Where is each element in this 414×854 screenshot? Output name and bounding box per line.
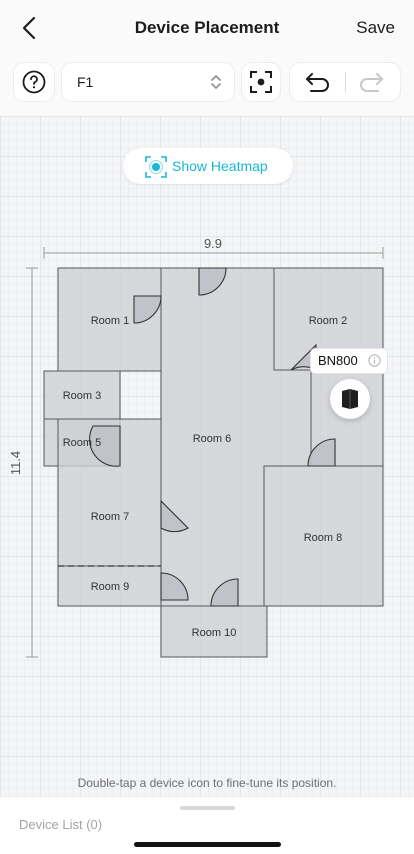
room-label: Room 8 <box>304 532 343 544</box>
room-label: Room 1 <box>91 315 130 327</box>
device-list-label: Device List (0) <box>19 817 103 832</box>
room-label: Room 2 <box>309 315 348 327</box>
device-list-sheet[interactable]: Device List (0) <box>0 796 414 854</box>
room-label: Room 6 <box>193 433 232 445</box>
room-label: Room 7 <box>91 511 130 523</box>
width-dimension: 9.9 <box>43 236 384 259</box>
heatmap-label: Show Heatmap <box>172 158 268 174</box>
hint-text: Double-tap a device icon to fine-tune it… <box>77 776 337 790</box>
room-label: Room 3 <box>63 390 102 402</box>
room-label: Room 5 <box>63 437 102 449</box>
room-label: Room 10 <box>192 627 237 639</box>
sheet-grabber[interactable] <box>180 806 235 810</box>
height-dimension: 11.4 <box>8 267 38 658</box>
room-label: Room 9 <box>91 581 130 593</box>
device-name: BN800 <box>318 353 358 368</box>
device-name-tag[interactable]: BN800 <box>311 349 387 373</box>
router-icon[interactable] <box>330 379 370 419</box>
show-heatmap-button[interactable]: Show Heatmap <box>123 148 293 184</box>
height-label: 11.4 <box>8 451 23 475</box>
heatmap-icon <box>145 156 167 183</box>
width-label: 9.9 <box>204 236 222 251</box>
home-indicator <box>134 842 281 847</box>
info-icon[interactable] <box>368 354 381 372</box>
